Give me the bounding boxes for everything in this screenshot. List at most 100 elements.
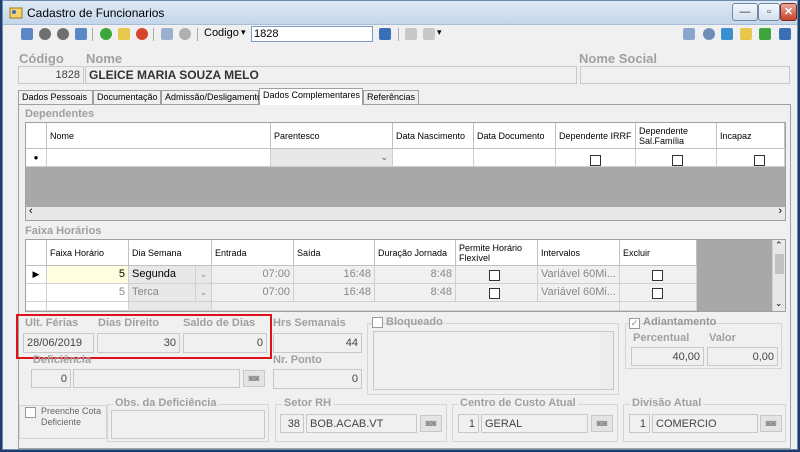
adiantamento-label[interactable]: Adiantamento <box>643 316 716 328</box>
tab-documentacao[interactable]: Documentação <box>93 90 161 105</box>
horizontal-scrollbar[interactable]: ‹ › <box>26 205 785 220</box>
binoculars-icon[interactable]: ◙◙ <box>591 415 613 432</box>
hrs-semanais-label: Hrs Semanais <box>273 317 346 329</box>
grid-view-icon[interactable] <box>683 28 695 40</box>
nome-social-label: Nome Social <box>579 51 658 66</box>
previous-record-icon[interactable] <box>39 28 51 40</box>
chevron-down-icon[interactable]: ▾ <box>241 27 246 38</box>
preenche-cota-label[interactable]: Preenche Cota Deficiente <box>41 406 105 428</box>
column-header[interactable]: Excluir <box>620 240 697 266</box>
column-header[interactable]: Incapaz <box>717 123 785 149</box>
next-record-icon[interactable] <box>57 28 69 40</box>
vertical-scrollbar[interactable] <box>600 332 613 389</box>
preenche-cota-checkbox[interactable] <box>25 407 36 418</box>
excluir-checkbox[interactable] <box>652 270 663 281</box>
table-cell[interactable] <box>129 302 212 311</box>
search-input[interactable]: 1828 <box>251 26 373 42</box>
search-icon[interactable] <box>379 28 391 40</box>
codigo-label: Código <box>19 51 64 66</box>
centro-code-field: 1 <box>458 414 479 433</box>
flexivel-checkbox[interactable] <box>489 270 500 281</box>
last-record-icon[interactable] <box>75 28 87 40</box>
scroll-up-icon[interactable]: ⌃ <box>775 240 783 251</box>
user-icon[interactable] <box>759 28 771 40</box>
binoculars-icon[interactable]: ◙◙ <box>420 415 442 432</box>
tools-icon[interactable] <box>703 28 715 40</box>
tab-dados-complementares[interactable]: Dados Complementares <box>259 88 363 105</box>
vertical-scrollbar[interactable]: ⌃ ⌄ <box>772 240 785 311</box>
flexivel-checkbox[interactable] <box>489 288 500 299</box>
column-header[interactable]: Entrada <box>212 240 294 266</box>
sal-familia-checkbox[interactable] <box>672 155 683 166</box>
column-header[interactable]: Data Nascimento <box>393 123 474 149</box>
maximize-button[interactable]: ▫ <box>758 3 780 21</box>
first-record-icon[interactable] <box>21 28 33 40</box>
report-icon[interactable] <box>405 28 417 40</box>
table-cell[interactable] <box>47 302 129 311</box>
chevron-down-icon[interactable]: ▾ <box>437 27 442 38</box>
centro-custo-label: Centro de Custo Atual <box>458 397 578 409</box>
delete-icon[interactable] <box>136 28 148 40</box>
scroll-down-icon[interactable]: ⌄ <box>775 298 783 309</box>
scroll-thumb[interactable] <box>775 254 784 274</box>
nome-social-field <box>580 66 790 84</box>
bloqueado-label[interactable]: Bloqueado <box>386 316 443 328</box>
refresh-icon[interactable] <box>721 28 733 40</box>
edit-icon[interactable] <box>118 28 130 40</box>
tab-dados-pessoais[interactable]: Dados Pessoais <box>18 90 93 105</box>
chevron-down-icon[interactable]: ⌄ <box>196 284 212 302</box>
close-button[interactable]: ✕ <box>780 3 797 21</box>
column-header[interactable]: Dependente Sal.Família <box>636 123 717 149</box>
binoculars-icon[interactable]: ◙◙ <box>760 415 782 432</box>
nome-cell[interactable] <box>47 149 271 167</box>
column-header[interactable]: Dependente IRRF <box>556 123 636 149</box>
table-cell[interactable]: Terca <box>129 284 196 302</box>
minimize-button[interactable]: — <box>732 3 758 21</box>
column-header[interactable]: Duração Jornada <box>375 240 456 266</box>
save-icon[interactable] <box>161 28 173 40</box>
exit-icon[interactable] <box>779 28 791 40</box>
divisao-name-field: COMERCIO <box>652 414 758 433</box>
column-header[interactable]: Saída <box>294 240 375 266</box>
valor-field: 0,00 <box>707 347 778 366</box>
centro-name-field: GERAL <box>481 414 588 433</box>
print-icon[interactable] <box>423 28 435 40</box>
irrf-checkbox[interactable] <box>590 155 601 166</box>
toolbar-separator <box>92 28 93 41</box>
row-header <box>26 284 47 302</box>
table-cell[interactable]: 5 <box>47 266 129 284</box>
data-documento-cell[interactable] <box>474 149 556 167</box>
parentesco-combo[interactable]: ⌄ <box>271 149 393 167</box>
column-header[interactable]: Parentesco <box>271 123 393 149</box>
chevron-down-icon[interactable]: ⌄ <box>196 266 212 284</box>
main-window: Cadastro de Funcionarios — ▫ ✕ Codigo ▾ … <box>2 0 798 450</box>
toolbar-separator <box>197 28 198 41</box>
bloqueado-checkbox[interactable] <box>372 317 383 328</box>
column-header[interactable]: Dia Semana <box>129 240 212 266</box>
tab-admissao-desligamento[interactable]: Admissão/Desligamento <box>161 90 262 105</box>
data-nascimento-cell[interactable] <box>393 149 474 167</box>
toolbar: Codigo ▾ 1828 ▾ <box>3 25 797 43</box>
adiantamento-checkbox[interactable]: ✓ <box>629 318 640 329</box>
table-cell[interactable]: 5 <box>47 284 129 302</box>
tab-referencias[interactable]: Referências <box>363 90 419 105</box>
incapaz-cell <box>717 149 785 167</box>
column-header[interactable]: Permite Horário Flexível <box>456 240 538 266</box>
column-header[interactable]: Data Documento <box>474 123 556 149</box>
scroll-right-icon[interactable]: › <box>778 205 782 217</box>
bloqueado-motivo-field <box>373 331 614 390</box>
excluir-checkbox[interactable] <box>652 288 663 299</box>
search-field-label[interactable]: Codigo <box>204 27 239 39</box>
table-cell: 8:48 <box>375 266 456 284</box>
undo-icon[interactable] <box>179 28 191 40</box>
scroll-left-icon[interactable]: ‹ <box>29 205 33 217</box>
table-cell[interactable]: Segunda <box>129 266 196 284</box>
column-header[interactable]: Nome <box>47 123 271 149</box>
column-header[interactable]: Intervalos <box>538 240 620 266</box>
column-header[interactable]: Faixa Horário <box>47 240 129 266</box>
add-icon[interactable] <box>100 28 112 40</box>
nr-ponto-label: Nr. Ponto <box>273 354 322 366</box>
binoculars-icon[interactable]: ◙◙ <box>243 370 265 387</box>
note-icon[interactable] <box>740 28 752 40</box>
incapaz-checkbox[interactable] <box>754 155 765 166</box>
